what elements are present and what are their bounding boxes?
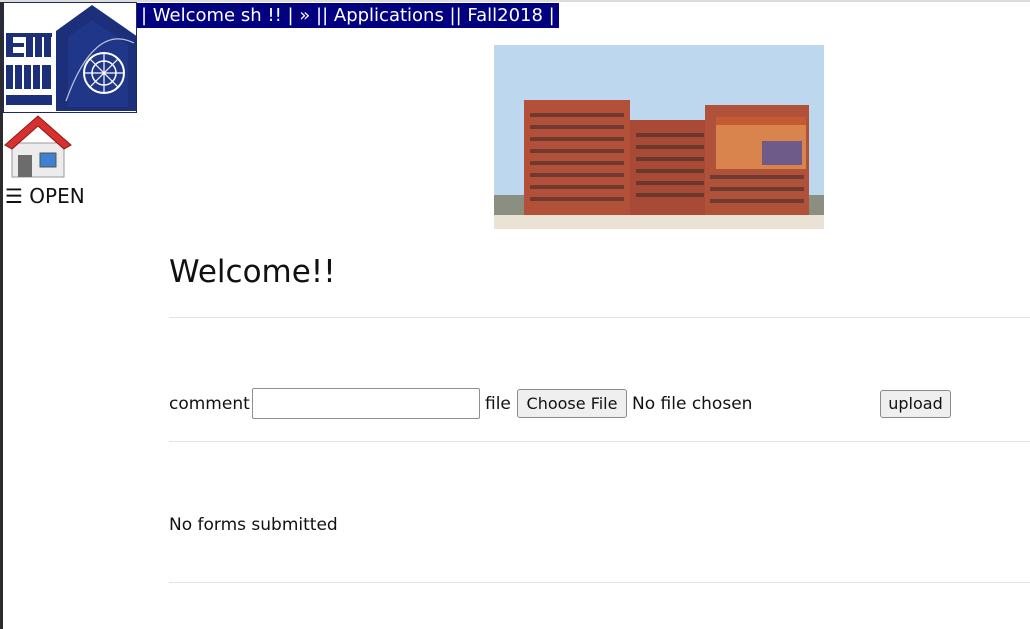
home-icon[interactable]	[4, 113, 72, 179]
open-menu-toggle[interactable]: ☰ OPEN	[5, 183, 85, 209]
upload-button[interactable]: upload	[880, 390, 951, 418]
divider	[169, 582, 1030, 583]
comment-input[interactable]	[252, 388, 480, 419]
top-rule	[0, 0, 1030, 2]
choose-file-button[interactable]: Choose File	[517, 389, 627, 418]
university-logo	[3, 2, 137, 113]
divider	[169, 317, 1030, 318]
breadcrumb-nav[interactable]: | Welcome sh !! | » || Applications || F…	[137, 3, 559, 28]
file-label: file	[485, 394, 511, 414]
empty-forms-message: No forms submitted	[169, 515, 338, 535]
upload-form: comment file Choose File No file chosen …	[169, 387, 969, 419]
divider	[169, 441, 1030, 442]
campus-building-photo	[494, 45, 824, 229]
comment-label: comment	[169, 394, 250, 414]
page-title: Welcome!!	[169, 254, 336, 290]
no-file-chosen-text: No file chosen	[632, 394, 753, 414]
